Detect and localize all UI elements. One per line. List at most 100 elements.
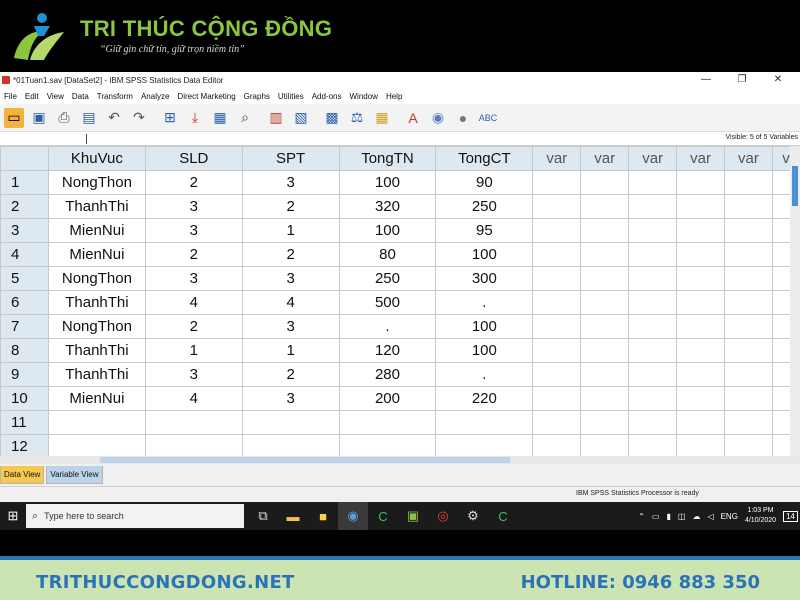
data-cell[interactable] — [532, 218, 582, 243]
data-cell[interactable] — [724, 266, 773, 291]
data-cell[interactable] — [676, 218, 725, 243]
column-header-var[interactable]: var — [724, 146, 773, 171]
file-explorer-icon[interactable]: ▬ — [278, 502, 308, 530]
volume-icon[interactable]: ◁ — [707, 512, 713, 521]
data-cell[interactable] — [532, 386, 582, 411]
data-cell[interactable]: 100 — [338, 218, 437, 243]
data-cell[interactable] — [676, 410, 725, 435]
data-cell[interactable]: ThanhThi — [47, 338, 146, 363]
data-cell[interactable] — [580, 266, 630, 291]
data-cell[interactable]: 95 — [435, 218, 534, 243]
chrome-icon[interactable]: ◎ — [428, 502, 458, 530]
data-cell[interactable] — [532, 434, 582, 456]
data-cell[interactable] — [435, 434, 534, 456]
data-cell[interactable] — [724, 170, 773, 195]
row-number[interactable]: 7 — [0, 314, 49, 339]
data-cell[interactable] — [580, 386, 630, 411]
data-cell[interactable] — [724, 218, 773, 243]
column-header-khuvuc[interactable]: KhuVuc — [47, 146, 146, 171]
data-cell[interactable]: MienNui — [47, 242, 146, 267]
data-cell[interactable] — [676, 194, 725, 219]
insert-variable-icon[interactable]: ▧ — [291, 108, 311, 128]
data-cell[interactable] — [580, 290, 630, 315]
find-icon[interactable]: ⌕ — [235, 108, 255, 128]
data-cell[interactable] — [676, 314, 725, 339]
select-cases-icon[interactable]: ▦ — [372, 108, 392, 128]
data-cell[interactable] — [532, 266, 582, 291]
data-cell[interactable]: . — [435, 362, 534, 387]
variables-icon[interactable]: ▦ — [210, 108, 230, 128]
menu-edit[interactable]: Edit — [21, 92, 43, 101]
column-header-tongtn[interactable]: TongTN — [338, 146, 437, 171]
data-cell[interactable] — [532, 362, 582, 387]
goto-case-icon[interactable]: ⊞ — [160, 108, 180, 128]
data-cell[interactable]: 500 — [338, 290, 437, 315]
data-cell[interactable]: 3 — [241, 266, 340, 291]
data-cell[interactable] — [580, 242, 630, 267]
column-header-var[interactable]: var — [580, 146, 630, 171]
menu-transform[interactable]: Transform — [93, 92, 137, 101]
data-cell[interactable] — [628, 362, 678, 387]
data-cell[interactable]: 3 — [241, 386, 340, 411]
data-cell[interactable]: 120 — [338, 338, 437, 363]
data-cell[interactable] — [724, 290, 773, 315]
vertical-scroll-thumb[interactable] — [792, 166, 798, 206]
data-cell[interactable] — [338, 434, 437, 456]
data-cell[interactable]: 300 — [435, 266, 534, 291]
row-number[interactable]: 12 — [0, 434, 49, 456]
horizontal-scroll-thumb[interactable] — [100, 457, 510, 463]
data-cell[interactable] — [676, 338, 725, 363]
split-file-icon[interactable]: ▩ — [322, 108, 342, 128]
chevron-up-icon[interactable]: ⌃ — [638, 512, 645, 521]
data-cell[interactable]: 3 — [144, 218, 243, 243]
taskbar-search[interactable]: ⌕ Type here to search — [26, 504, 244, 528]
data-cell[interactable]: 280 — [338, 362, 437, 387]
data-cell[interactable] — [532, 314, 582, 339]
data-cell[interactable]: 4 — [241, 290, 340, 315]
battery-icon[interactable]: ▮ — [666, 512, 670, 521]
data-cell[interactable] — [628, 410, 678, 435]
data-cell[interactable]: 3 — [144, 194, 243, 219]
row-number[interactable]: 5 — [0, 266, 49, 291]
save-icon[interactable]: ▣ — [29, 108, 49, 128]
task-view-icon[interactable]: ⧉ — [248, 502, 278, 530]
redo-icon[interactable]: ↷ — [129, 108, 149, 128]
data-cell[interactable] — [628, 338, 678, 363]
data-cell[interactable]: 3 — [144, 266, 243, 291]
data-cell[interactable] — [676, 266, 725, 291]
data-cell[interactable] — [724, 338, 773, 363]
network-icon[interactable]: ◫ — [678, 512, 686, 521]
data-cell[interactable] — [532, 290, 582, 315]
data-cell[interactable] — [628, 218, 678, 243]
data-cell[interactable] — [724, 194, 773, 219]
data-cell[interactable]: 100 — [435, 242, 534, 267]
data-cell[interactable]: 250 — [435, 194, 534, 219]
menu-graphs[interactable]: Graphs — [240, 92, 274, 101]
dialog-recall-icon[interactable]: ▤ — [79, 108, 99, 128]
spss-taskbar-icon[interactable]: ◉ — [338, 502, 368, 530]
data-cell[interactable] — [628, 314, 678, 339]
data-cell[interactable] — [241, 410, 340, 435]
menu-data[interactable]: Data — [68, 92, 93, 101]
keyboard-icon[interactable]: ▭ — [652, 512, 660, 521]
data-cell[interactable] — [628, 434, 678, 456]
data-cell[interactable]: 3 — [241, 314, 340, 339]
data-cell[interactable]: 2 — [144, 314, 243, 339]
use-sets-icon[interactable]: ◉ — [428, 108, 448, 128]
maximize-button[interactable]: ❐ — [724, 72, 760, 88]
tab-variable-view[interactable]: Variable View — [46, 466, 103, 484]
column-header-tongct[interactable]: TongCT — [435, 146, 534, 171]
row-number[interactable]: 9 — [0, 362, 49, 387]
data-cell[interactable] — [628, 194, 678, 219]
data-cell[interactable] — [676, 170, 725, 195]
menu-add-ons[interactable]: Add-ons — [308, 92, 346, 101]
data-cell[interactable]: 90 — [435, 170, 534, 195]
row-number[interactable]: 6 — [0, 290, 49, 315]
data-cell[interactable] — [580, 314, 630, 339]
data-cell[interactable] — [532, 194, 582, 219]
data-cell[interactable] — [532, 410, 582, 435]
vertical-scrollbar[interactable] — [790, 146, 800, 456]
data-cell[interactable]: 4 — [144, 290, 243, 315]
data-cell[interactable]: 200 — [338, 386, 437, 411]
camtasia-recorder-icon[interactable]: C — [488, 502, 518, 530]
